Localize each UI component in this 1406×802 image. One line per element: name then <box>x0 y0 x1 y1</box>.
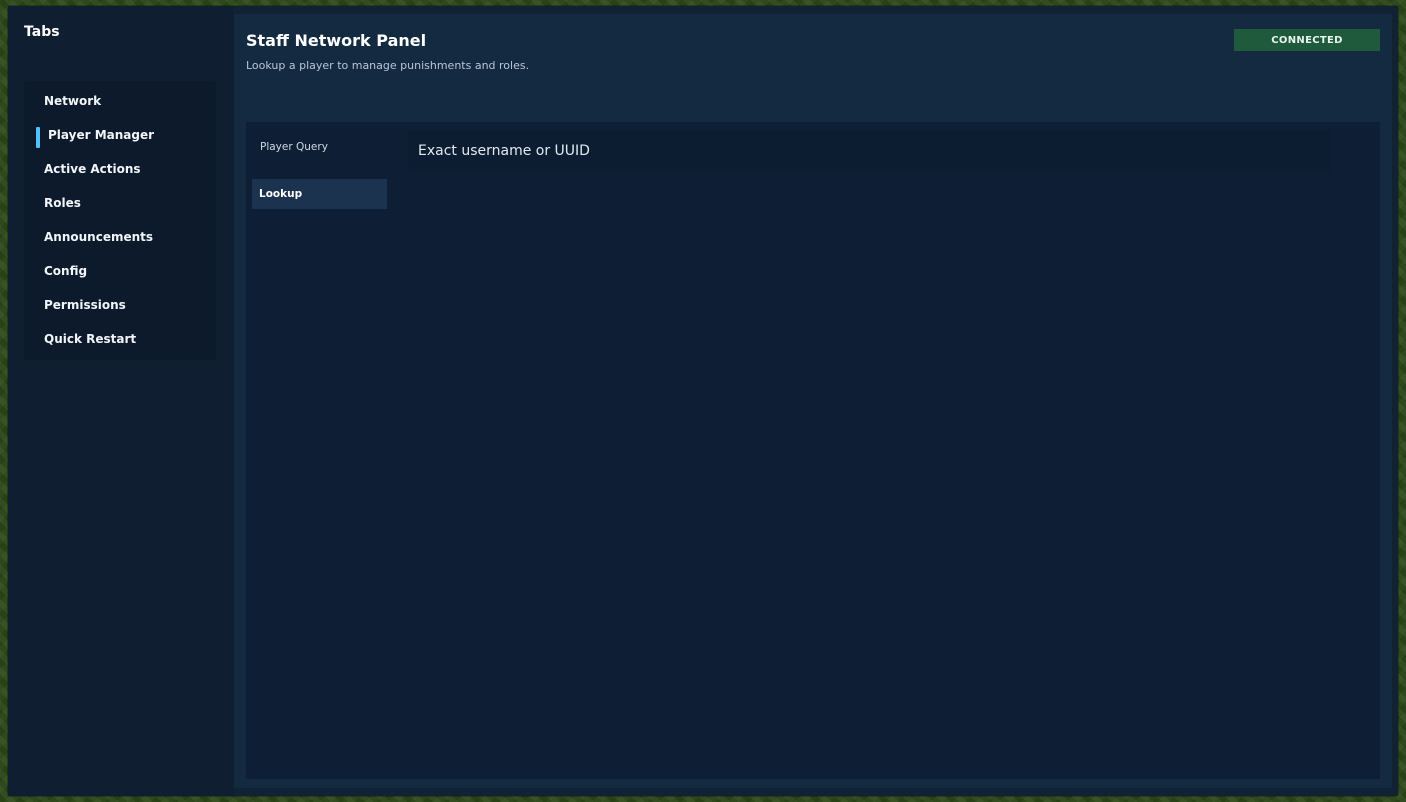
sidebar-item-active-actions[interactable]: Active Actions <box>24 152 216 186</box>
player-query-subnav: Player Query Lookup <box>252 130 387 209</box>
sidebar-item-label: Permissions <box>44 298 126 312</box>
player-search-input[interactable] <box>408 130 1330 172</box>
player-query-panel: Player Query Lookup <box>246 122 1380 779</box>
sidebar: Tabs Network Player Manager Active Actio… <box>8 6 234 796</box>
page-header: Staff Network Panel Lookup a player to m… <box>246 31 529 72</box>
sidebar-item-label: Active Actions <box>44 162 141 176</box>
active-tab-indicator <box>36 127 40 148</box>
subnav-section-label: Player Query <box>260 140 328 153</box>
sidebar-item-label: Roles <box>44 196 81 210</box>
sidebar-item-player-manager[interactable]: Player Manager <box>24 118 216 152</box>
main-panel: Staff Network Panel Lookup a player to m… <box>234 14 1392 788</box>
sidebar-item-label: Player Manager <box>48 128 155 142</box>
sidebar-item-label: Network <box>44 94 102 108</box>
sidebar-item-roles[interactable]: Roles <box>24 186 216 220</box>
sidebar-item-announcements[interactable]: Announcements <box>24 220 216 254</box>
sidebar-title: Tabs <box>24 24 60 40</box>
status-badge: CONNECTED <box>1234 29 1380 51</box>
app-window: Tabs Network Player Manager Active Actio… <box>8 6 1398 796</box>
subnav-item-lookup[interactable]: Lookup <box>252 179 387 209</box>
subnav-item-label: Lookup <box>259 188 303 200</box>
sidebar-item-label: Config <box>44 264 88 278</box>
sidebar-item-network[interactable]: Network <box>24 84 216 118</box>
sidebar-item-quick-restart[interactable]: Quick Restart <box>24 322 216 356</box>
sidebar-item-permissions[interactable]: Permissions <box>24 288 216 322</box>
sidebar-nav: Network Player Manager Active Actions Ro… <box>24 81 216 360</box>
sidebar-item-label: Quick Restart <box>44 332 137 346</box>
sidebar-item-config[interactable]: Config <box>24 254 216 288</box>
page-subtitle: Lookup a player to manage punishments an… <box>246 59 530 72</box>
page-title: Staff Network Panel <box>246 31 427 50</box>
sidebar-item-label: Announcements <box>44 230 154 244</box>
